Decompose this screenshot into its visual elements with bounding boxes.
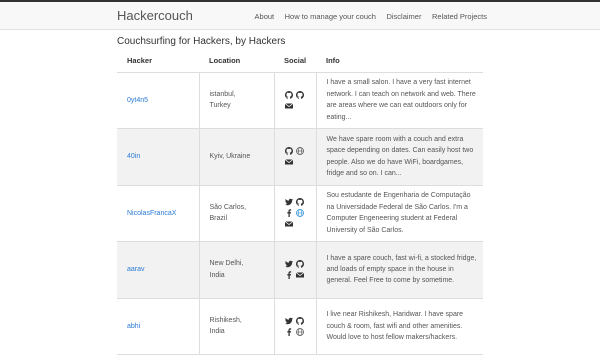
cell-info: I live near Rishikesh, Haridwar. I have … <box>315 298 483 355</box>
cell-social <box>273 72 316 129</box>
cell-info: I have a spare couch, fast wi-fi, a stoc… <box>315 241 483 299</box>
cell-info: We have spare room with a couch and extr… <box>315 128 483 186</box>
location-line: Turkey <box>209 102 231 110</box>
hacker-link[interactable]: abhi <box>127 323 140 330</box>
cell-hacker: NicolasFrancaX <box>117 185 199 242</box>
table-row: 40in Kyiv, Ukraine We have spare room with… <box>117 128 483 186</box>
twitter-icon[interactable] <box>284 198 293 206</box>
cell-hacker: abhi <box>117 298 199 355</box>
nav-about[interactable]: About <box>255 12 275 21</box>
table-row: NicolasFrancaX São Carlos, Brazil Sou estud… <box>117 185 483 242</box>
cell-location: Kyiv, Ukraine <box>198 128 274 186</box>
twitter-icon[interactable] <box>284 317 293 325</box>
column-header-social: Social <box>274 50 316 73</box>
cell-hacker: 40in <box>117 128 199 186</box>
cell-social <box>273 185 316 242</box>
github-icon[interactable] <box>295 316 304 325</box>
cell-location: São Carlos, Brazil <box>198 185 274 242</box>
nav-disclaimer[interactable]: Disclaimer <box>386 12 421 21</box>
twitter-icon[interactable] <box>284 260 293 268</box>
email-icon[interactable] <box>284 220 293 228</box>
facebook-icon[interactable] <box>285 328 293 336</box>
location-line: Brazil <box>209 215 228 223</box>
github-icon[interactable] <box>295 198 304 207</box>
location-line: New Delhi, <box>209 260 244 268</box>
globe-icon[interactable] <box>295 327 304 336</box>
cell-social <box>273 241 316 299</box>
cell-social <box>273 298 316 355</box>
github-icon[interactable] <box>295 260 304 269</box>
table-row: abhi Rishikesh, India I live near Rishikesh… <box>117 298 483 355</box>
cell-location: New Delhi, India <box>198 241 274 299</box>
globe-icon[interactable] <box>295 209 304 218</box>
hacker-link[interactable]: 40in <box>127 153 140 160</box>
hacker-link[interactable]: aarav <box>127 266 145 273</box>
table-header-row: Hacker Location Social Info <box>117 50 483 73</box>
facebook-icon[interactable] <box>285 271 293 280</box>
hackers-table: Hacker Location Social Info 0yt4n5 istanb… <box>117 50 483 355</box>
cell-social <box>273 128 316 186</box>
navbar: Hackercouch About How to manage your cou… <box>0 0 600 30</box>
location-line: Kyiv, Ukraine <box>209 153 251 161</box>
table-row: aarav New Delhi, India I have a spare couch… <box>117 241 483 299</box>
location-line: São Carlos, <box>209 203 247 211</box>
column-header-location: Location <box>199 50 274 73</box>
cell-hacker: aarav <box>117 241 199 299</box>
location-line: India <box>209 328 225 336</box>
github-icon[interactable] <box>295 90 304 99</box>
facebook-icon[interactable] <box>285 209 293 218</box>
cell-hacker: 0yt4n5 <box>117 72 199 129</box>
nav-menu: About How to manage your couch Disclaime… <box>244 12 487 21</box>
nav-manage-couch[interactable]: How to manage your couch <box>285 12 376 21</box>
hacker-link[interactable]: NicolasFrancaX <box>127 210 176 217</box>
hacker-link[interactable]: 0yt4n5 <box>127 97 148 104</box>
location-line: istanbul, <box>209 90 236 98</box>
email-icon[interactable] <box>295 271 304 279</box>
page-title: Couchsurfing for Hackers, by Hackers <box>117 36 286 47</box>
column-header-hacker: Hacker <box>117 50 199 73</box>
nav-related-projects[interactable]: Related Projects <box>432 12 487 21</box>
github-icon[interactable] <box>284 147 293 156</box>
location-line: Rishikesh, <box>209 316 242 324</box>
cell-location: istanbul, Turkey <box>198 72 274 129</box>
location-line: India <box>209 271 225 279</box>
email-icon[interactable] <box>284 102 293 110</box>
cell-info: I have a small salon. I have a very fast… <box>315 72 483 129</box>
brand-link[interactable]: Hackercouch <box>117 8 193 23</box>
cell-info: Sou estudante de Engenharia de Computaçã… <box>315 185 483 242</box>
column-header-info: Info <box>316 50 483 73</box>
email-icon[interactable] <box>284 158 293 166</box>
globe-icon[interactable] <box>295 147 304 156</box>
github-icon[interactable] <box>284 90 293 99</box>
cell-location: Rishikesh, India <box>198 298 274 355</box>
table-row: 0yt4n5 istanbul, Turkey I have a small salo… <box>117 72 483 129</box>
